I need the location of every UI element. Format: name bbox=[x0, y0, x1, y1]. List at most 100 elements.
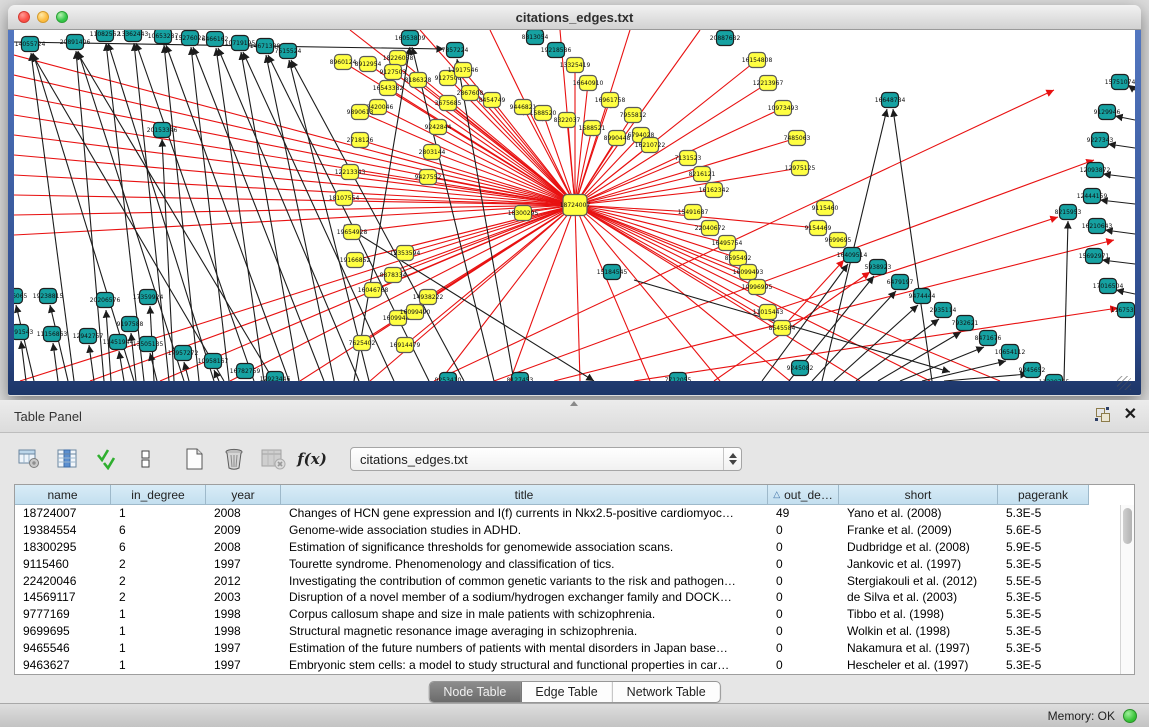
table-row[interactable]: 1872400712008Changes of HCN gene express… bbox=[15, 505, 1120, 522]
graph-node[interactable]: 12213967 bbox=[753, 76, 784, 91]
graph-node[interactable]: 8912954 bbox=[355, 57, 382, 72]
graph-node[interactable]: 8216121 bbox=[689, 167, 716, 182]
graph-node[interactable]: 16914479 bbox=[390, 338, 421, 353]
graph-node[interactable]: 9154469 bbox=[805, 221, 832, 236]
graph-node[interactable]: 8595492 bbox=[725, 251, 752, 266]
network-window-titlebar[interactable]: citations_edges.txt bbox=[8, 5, 1141, 30]
delete-column-icon[interactable] bbox=[219, 445, 249, 473]
tab-node-table[interactable]: Node Table bbox=[429, 682, 521, 702]
graph-node[interactable]: 16640910 bbox=[573, 76, 604, 91]
close-window-button[interactable] bbox=[18, 11, 30, 23]
minimize-window-button[interactable] bbox=[37, 11, 49, 23]
table-row[interactable]: 969969511998Structural magnetic resonanc… bbox=[15, 623, 1120, 640]
table-row[interactable]: 977716911998Corpus callosum shape and si… bbox=[15, 606, 1120, 623]
graph-node[interactable]: 9129946 bbox=[1094, 105, 1121, 120]
column-header-in_degree[interactable]: in_degree bbox=[111, 485, 206, 505]
graph-node[interactable]: 19218586 bbox=[541, 43, 572, 58]
graph-node[interactable]: 11082562 bbox=[90, 30, 121, 42]
graph-node[interactable]: 2526065 bbox=[14, 289, 28, 304]
graph-node[interactable]: 13505135 bbox=[133, 337, 164, 352]
graph-node[interactable]: 16053809 bbox=[395, 31, 426, 46]
zoom-window-button[interactable] bbox=[56, 11, 68, 23]
graph-node[interactable]: 12353594 bbox=[390, 246, 421, 261]
table-row[interactable]: 946554611997Estimation of the future num… bbox=[15, 639, 1120, 656]
graph-node[interactable]: 22040672 bbox=[695, 221, 726, 236]
graph-node[interactable]: 8186328 bbox=[405, 73, 432, 88]
graph-node[interactable]: 7625402 bbox=[349, 336, 376, 351]
graph-node[interactable]: 9391543 bbox=[14, 325, 34, 340]
graph-node[interactable]: 9127503 bbox=[380, 65, 407, 80]
graph-node[interactable]: 8878334 bbox=[380, 268, 407, 283]
window-resize-grip[interactable] bbox=[1117, 376, 1131, 390]
graph-node[interactable]: 11329765 bbox=[1039, 375, 1070, 382]
table-row[interactable]: 911546021997Tourette syndrome. Phenomeno… bbox=[15, 555, 1120, 572]
graph-node[interactable]: 16782759 bbox=[230, 364, 261, 379]
table-row[interactable]: 2242004622012Investigating the contribut… bbox=[15, 572, 1120, 589]
table-scrollbar-thumb[interactable] bbox=[1123, 508, 1132, 544]
table-row[interactable]: 946362711997Embryonic stem cells: a mode… bbox=[15, 656, 1120, 673]
graph-node[interactable]: 9227343 bbox=[1087, 133, 1114, 148]
graph-node[interactable]: 8322037 bbox=[554, 113, 581, 128]
row-options-icon[interactable] bbox=[131, 445, 161, 473]
delete-table-icon[interactable] bbox=[258, 445, 288, 473]
graph-node[interactable]: 16162342 bbox=[699, 183, 730, 198]
graph-node[interactable]: 10654112 bbox=[995, 345, 1026, 360]
graph-node[interactable]: 9699695 bbox=[825, 233, 852, 248]
tab-network-table[interactable]: Network Table bbox=[613, 682, 720, 702]
graph-node[interactable]: 16154808 bbox=[742, 53, 773, 68]
network-window[interactable]: citations_edges.txt 89601248912954182260… bbox=[8, 5, 1141, 396]
graph-node[interactable]: 12444159 bbox=[1077, 189, 1108, 204]
table-row[interactable]: 1830029562008Estimation of significance … bbox=[15, 539, 1120, 556]
graph-node[interactable]: 8215953 bbox=[1055, 205, 1082, 220]
graph-node[interactable]: 7857224 bbox=[442, 43, 469, 58]
graph-node[interactable]: 7932621 bbox=[952, 316, 979, 331]
graph-node[interactable]: 20891406 bbox=[60, 35, 91, 50]
graph-node[interactable]: 9253410 bbox=[435, 373, 462, 382]
table-select-dropdown[interactable]: citations_edges.txt bbox=[350, 447, 742, 471]
graph-node[interactable]: 3675685 bbox=[435, 96, 462, 111]
column-header-pagerank[interactable]: pagerank bbox=[998, 485, 1089, 505]
table-row[interactable]: 1938455462009Genome-wide association stu… bbox=[15, 522, 1120, 539]
graph-node[interactable]: 14055724 bbox=[15, 37, 46, 52]
tab-edge-table[interactable]: Edge Table bbox=[521, 682, 612, 702]
graph-node[interactable]: 7712055 bbox=[665, 373, 692, 382]
graph-node[interactable]: 16961758 bbox=[595, 93, 626, 108]
graph-node[interactable]: 8471676 bbox=[975, 331, 1002, 346]
select-all-columns-icon[interactable] bbox=[92, 445, 122, 473]
graph-node[interactable]: 17016504 bbox=[1093, 279, 1124, 294]
graph-node[interactable]: 7485063 bbox=[784, 131, 811, 146]
show-columns-icon[interactable] bbox=[53, 445, 83, 473]
table-mode-settings-icon[interactable] bbox=[14, 445, 44, 473]
table-scrollbar[interactable] bbox=[1120, 505, 1134, 674]
graph-node[interactable]: 20206576 bbox=[90, 293, 121, 308]
graph-node[interactable]: 2935114 bbox=[930, 303, 957, 318]
float-panel-icon[interactable] bbox=[1096, 408, 1110, 422]
graph-node[interactable]: 5938923 bbox=[865, 260, 892, 275]
create-column-icon[interactable] bbox=[180, 445, 210, 473]
graph-node[interactable]: 9115460 bbox=[812, 201, 839, 216]
graph-node[interactable]: 12093872 bbox=[1080, 163, 1111, 178]
table-row[interactable]: 1456911722003Disruption of a novel membe… bbox=[15, 589, 1120, 606]
graph-node[interactable]: 11156863 bbox=[37, 327, 68, 342]
column-header-out_de[interactable]: △out_de… bbox=[768, 485, 839, 505]
column-header-name[interactable]: name bbox=[15, 485, 111, 505]
graph-node[interactable]: 11675311 bbox=[1111, 303, 1135, 318]
function-builder-icon[interactable]: f(x) bbox=[297, 445, 327, 473]
graph-node[interactable]: 9245652 bbox=[1019, 363, 1046, 378]
column-header-short[interactable]: short bbox=[839, 485, 998, 505]
network-canvas[interactable]: 8960124891295418226058912750316543382818… bbox=[14, 30, 1135, 381]
graph-node[interactable]: 16648784 bbox=[875, 93, 906, 108]
graph-node[interactable]: 12942757 bbox=[73, 329, 104, 344]
column-header-year[interactable]: year bbox=[206, 485, 281, 505]
graph-node[interactable]: 7131523 bbox=[675, 151, 702, 166]
graph-node[interactable]: 16099493 bbox=[733, 265, 764, 280]
close-panel-icon[interactable]: ✕ bbox=[1124, 408, 1137, 422]
graph-node[interactable]: 20887682 bbox=[710, 31, 741, 46]
graph-node[interactable]: 8813054 bbox=[522, 30, 549, 45]
graph-node[interactable]: 9197588 bbox=[117, 317, 144, 332]
splitter-handle[interactable] bbox=[570, 401, 578, 406]
graph-node[interactable]: 13325419 bbox=[560, 58, 591, 73]
graph-node[interactable]: 9245082 bbox=[787, 361, 814, 376]
graph-node[interactable]: 19166852 bbox=[340, 253, 371, 268]
graph-node[interactable]: 15692971 bbox=[1079, 249, 1110, 264]
